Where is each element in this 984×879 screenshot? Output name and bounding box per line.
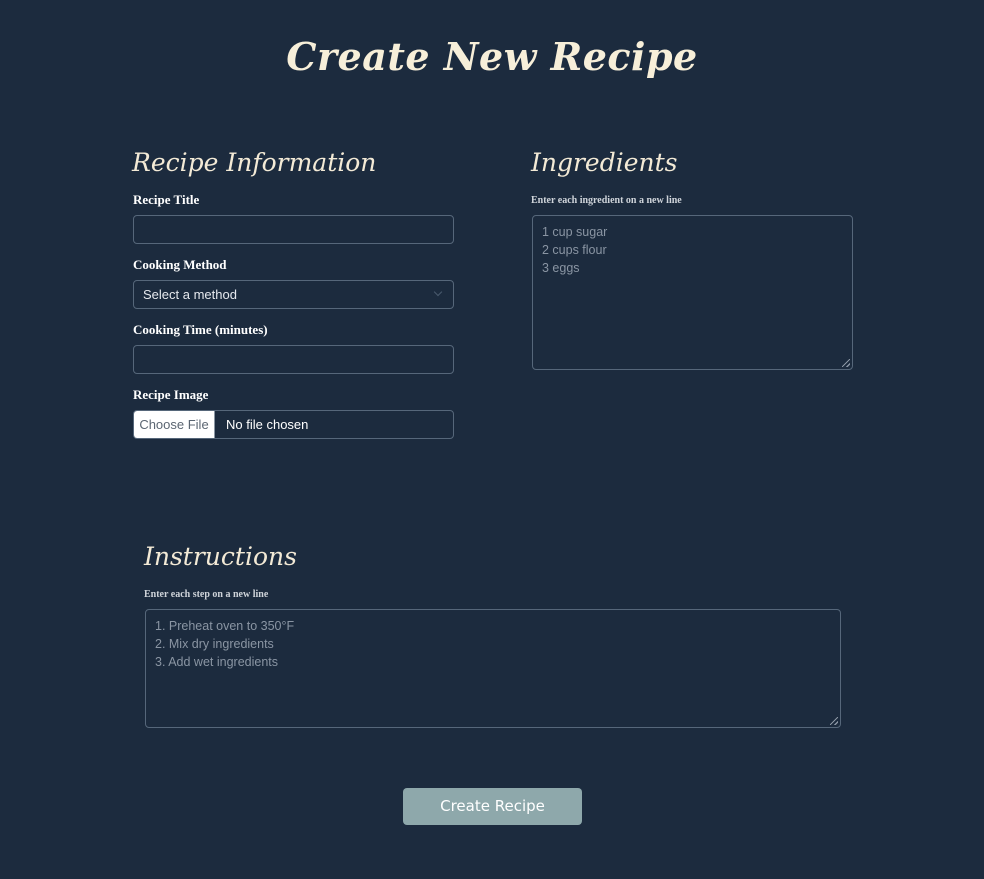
resize-grip-icon[interactable] bbox=[842, 359, 850, 367]
ingredients-placeholder-line: 3 eggs bbox=[542, 261, 580, 275]
cooking-method-selected-value: Select a method bbox=[143, 287, 237, 302]
instructions-placeholder-line: 1. Preheat oven to 350°F bbox=[155, 619, 295, 633]
cooking-method-label: Cooking Method bbox=[133, 257, 227, 272]
recipe-image-label: Recipe Image bbox=[133, 387, 209, 402]
ingredients-hint: Enter each ingredient on a new line bbox=[531, 195, 682, 206]
ingredients-textarea[interactable]: 1 cup sugar 2 cups flour 3 eggs bbox=[532, 215, 853, 370]
instructions-heading: Instructions bbox=[144, 542, 297, 571]
instructions-hint: Enter each step on a new line bbox=[144, 589, 269, 600]
instructions-placeholder-line: 2. Mix dry ingredients bbox=[155, 637, 274, 651]
recipe-title-label: Recipe Title bbox=[133, 192, 200, 207]
ingredients-placeholder-line: 2 cups flour bbox=[542, 243, 607, 257]
cooking-method-select[interactable]: Select a method bbox=[133, 280, 454, 309]
page-title: Create New Recipe bbox=[286, 34, 698, 79]
instructions-textarea[interactable]: 1. Preheat oven to 350°F 2. Mix dry ingr… bbox=[145, 609, 841, 728]
cooking-time-input[interactable] bbox=[133, 345, 454, 374]
recipe-information-heading: Recipe Information bbox=[132, 148, 377, 177]
instructions-placeholder-line: 3. Add wet ingredients bbox=[155, 655, 278, 669]
cooking-time-label: Cooking Time (minutes) bbox=[133, 322, 268, 337]
resize-grip-icon[interactable] bbox=[830, 717, 838, 725]
recipe-image-file-input[interactable]: Choose File No file chosen bbox=[133, 410, 454, 439]
file-status-text: No file chosen bbox=[226, 417, 309, 432]
create-recipe-button[interactable]: Create Recipe bbox=[403, 788, 582, 825]
ingredients-placeholder-line: 1 cup sugar bbox=[542, 225, 608, 239]
recipe-title-input[interactable] bbox=[133, 215, 454, 244]
choose-file-button[interactable]: Choose File bbox=[134, 411, 215, 438]
ingredients-heading: Ingredients bbox=[531, 148, 678, 177]
chevron-down-icon bbox=[433, 287, 443, 297]
